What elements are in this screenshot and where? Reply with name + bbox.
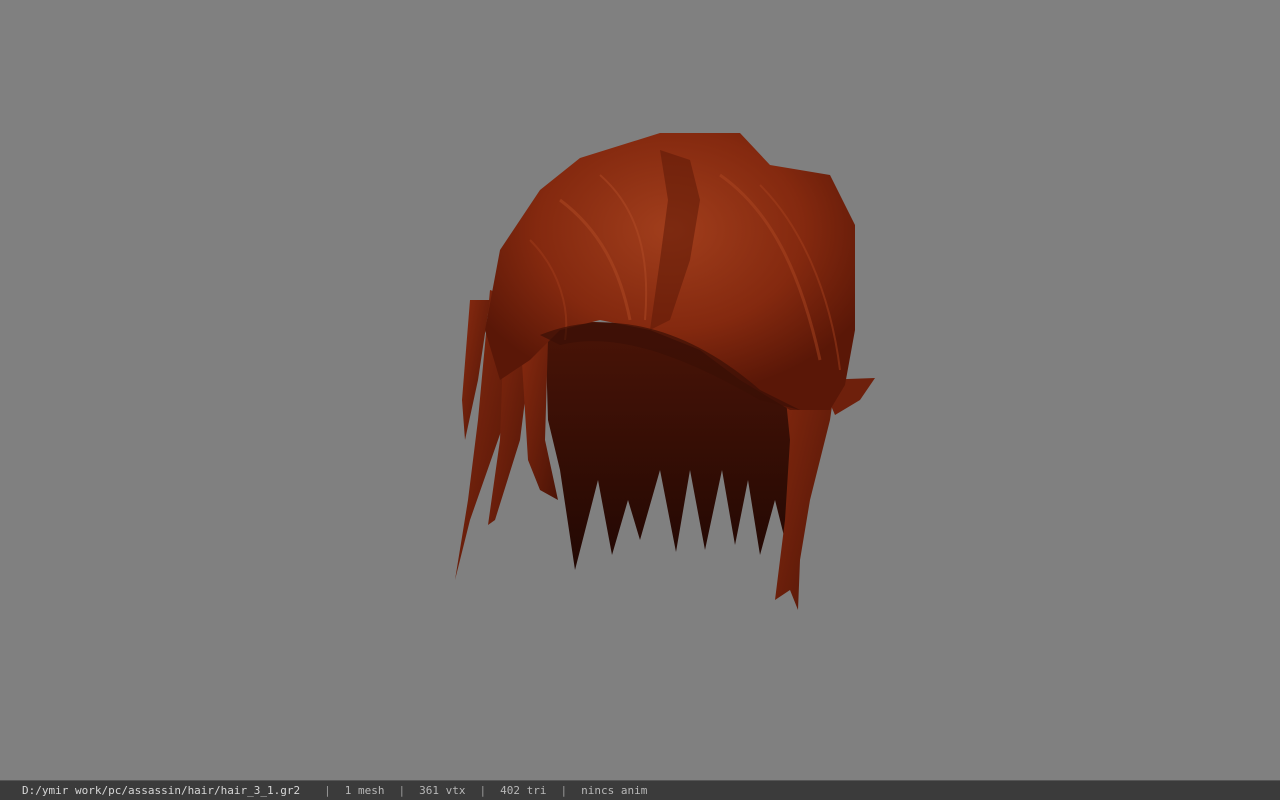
hair-model-render (455, 133, 875, 610)
mesh-count-text: 1 mesh (344, 784, 385, 797)
file-path-text: D:/ymir work/pc/assassin/hair/hair_3_1.g… (22, 784, 301, 797)
status-separator: | (479, 784, 487, 797)
3d-viewport[interactable] (0, 0, 1280, 780)
status-separator: | (398, 784, 406, 797)
animation-status-text: nincs anim (581, 784, 648, 797)
status-separator: | (324, 784, 331, 797)
status-separator: | (560, 784, 568, 797)
triangle-count-text: 402 tri (500, 784, 547, 797)
status-bar: D:/ymir work/pc/assassin/hair/hair_3_1.g… (0, 780, 1280, 800)
vertex-count-text: 361 vtx (419, 784, 466, 797)
